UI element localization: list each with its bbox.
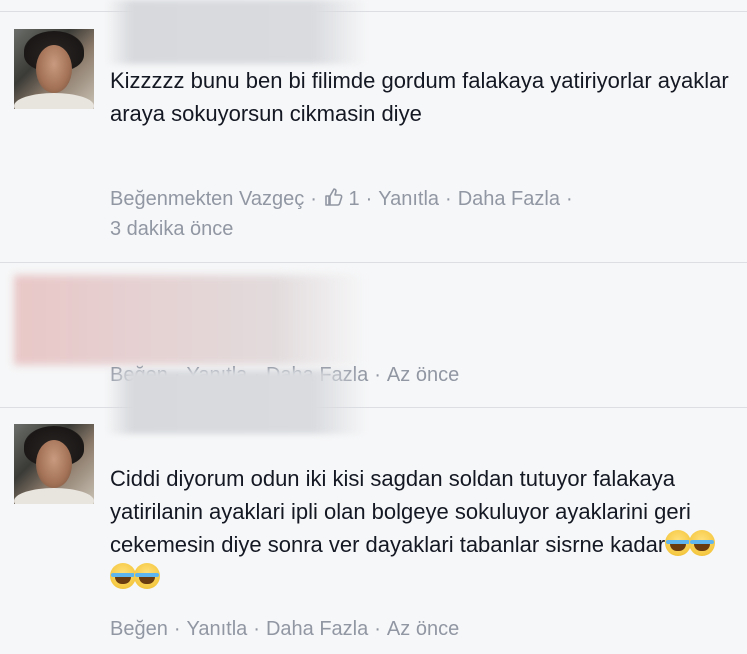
avatar[interactable]	[14, 29, 94, 109]
reply-button[interactable]: Yanıtla	[378, 188, 439, 210]
comment-text-content: Ciddi diyorum odun iki kisi sagdan solda…	[110, 466, 691, 557]
timestamp[interactable]: 3 dakika önce	[110, 218, 233, 240]
tears-of-joy-emoji	[689, 530, 716, 556]
like-count[interactable]: 1	[323, 188, 360, 210]
comment-actions: Beğen·Yanıtla·Daha Fazla·Az önce	[110, 618, 460, 640]
avatar-face	[36, 45, 72, 93]
comment-text: Kizzzzz bunu ben bi filimde gordum falak…	[110, 68, 729, 126]
more-button[interactable]: Daha Fazla	[458, 188, 560, 210]
tears-of-joy-emoji	[665, 530, 692, 556]
tears-of-joy-emoji	[110, 563, 136, 589]
avatar[interactable]	[14, 424, 94, 504]
reply-button[interactable]: Yanıtla	[187, 618, 248, 640]
comment-1: Kizzzzz bunu ben bi filimde gordum falak…	[0, 0, 747, 262]
author-name-redacted	[106, 370, 366, 434]
avatar-shoulder	[14, 488, 94, 504]
author-name-redacted	[106, 0, 366, 64]
timestamp[interactable]: Az önce	[387, 618, 459, 640]
thumbs-up-icon	[325, 188, 343, 206]
unlike-button[interactable]: Beğenmekten Vazgeç	[110, 188, 304, 210]
comment-3: Ciddi diyorum odun iki kisi sagdan solda…	[0, 370, 747, 654]
tears-of-joy-emoji	[134, 563, 160, 589]
like-count-value: 1	[348, 188, 360, 210]
avatar-shoulder	[14, 93, 94, 109]
comment-actions: Beğenmekten Vazgeç · 1 · Yanıtla · Daha Fazla…	[110, 188, 573, 240]
redacted-content	[14, 275, 364, 365]
like-button[interactable]: Beğen	[110, 618, 168, 640]
more-button[interactable]: Daha Fazla	[266, 618, 368, 640]
comment-text: Ciddi diyorum odun iki kisi sagdan solda…	[110, 462, 730, 594]
avatar-face	[36, 440, 72, 488]
